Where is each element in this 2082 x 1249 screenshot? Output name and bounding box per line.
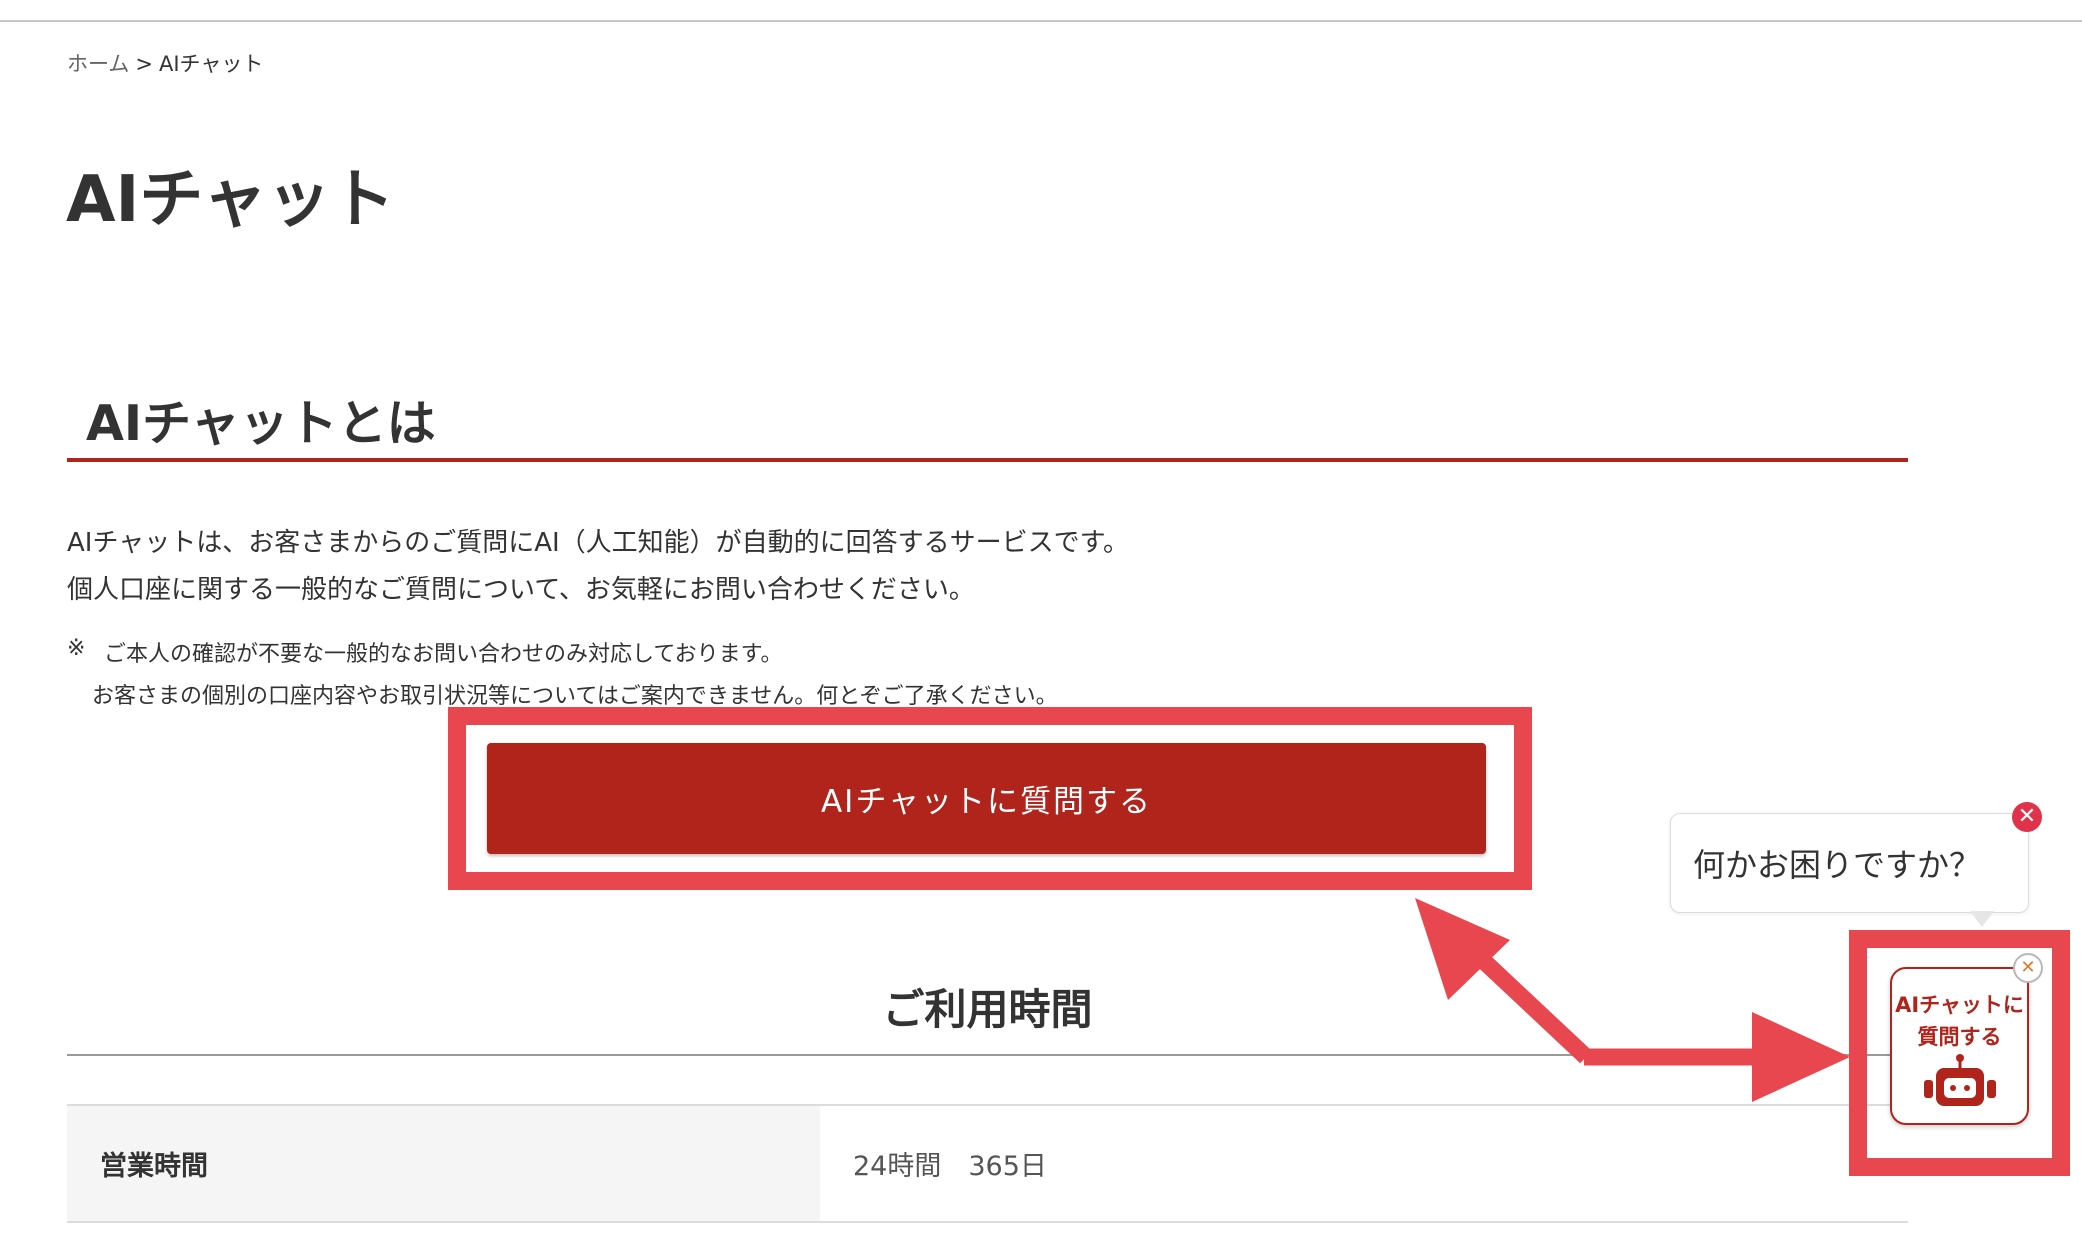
note-mark: ※ bbox=[67, 636, 86, 661]
bubble-close-icon[interactable]: ✕ bbox=[2012, 802, 2042, 832]
breadcrumb-current: AIチャット bbox=[158, 52, 264, 76]
description-paragraph-2: 個人口座に関する一般的なご質問について、お気軽にお問い合わせください。 bbox=[67, 575, 975, 605]
hours-heading: ご利用時間 bbox=[882, 985, 1093, 1034]
ask-ai-chat-button[interactable]: AIチャットに質問する bbox=[487, 743, 1486, 854]
hours-label: 営業時間 bbox=[67, 1106, 820, 1221]
section-heading-underline bbox=[67, 458, 1908, 462]
page: ホーム > AIチャット AIチャット AIチャットとは AIチャットは、お客さまか… bbox=[0, 0, 2082, 1249]
hours-value: 24時間 365日 bbox=[853, 1151, 1047, 1182]
description-paragraph-1: AIチャットは、お客さまからのご質問にAI（人工知能）が自動的に回答するサービス… bbox=[67, 528, 1130, 558]
breadcrumb-home-link[interactable]: ホーム bbox=[67, 52, 129, 76]
chat-prompt-bubble-tail bbox=[1970, 911, 1994, 927]
launcher-label: AIチャットに 質問する bbox=[1895, 993, 2024, 1049]
page-title: AIチャット bbox=[66, 163, 395, 237]
breadcrumb: ホーム > AIチャット bbox=[67, 48, 263, 78]
note-line-2: お客さまの個別の口座内容やお取引状況等についてはご案内できません。何とぞご了承く… bbox=[92, 684, 1058, 709]
breadcrumb-separator: > bbox=[135, 52, 153, 76]
robot-icon bbox=[1924, 1054, 1996, 1106]
chat-prompt-bubble[interactable]: 何かお困りですか？ bbox=[1670, 813, 2029, 913]
launcher-close-icon[interactable]: ✕ bbox=[2013, 953, 2043, 983]
hours-heading-underline bbox=[67, 1054, 1908, 1056]
top-divider bbox=[0, 20, 2082, 22]
note-line-1: ご本人の確認が不要な一般的なお問い合わせのみ対応しております。 bbox=[104, 642, 783, 667]
hours-table-row: 営業時間 24時間 365日 bbox=[67, 1104, 1908, 1223]
section-heading: AIチャットとは bbox=[86, 395, 436, 452]
